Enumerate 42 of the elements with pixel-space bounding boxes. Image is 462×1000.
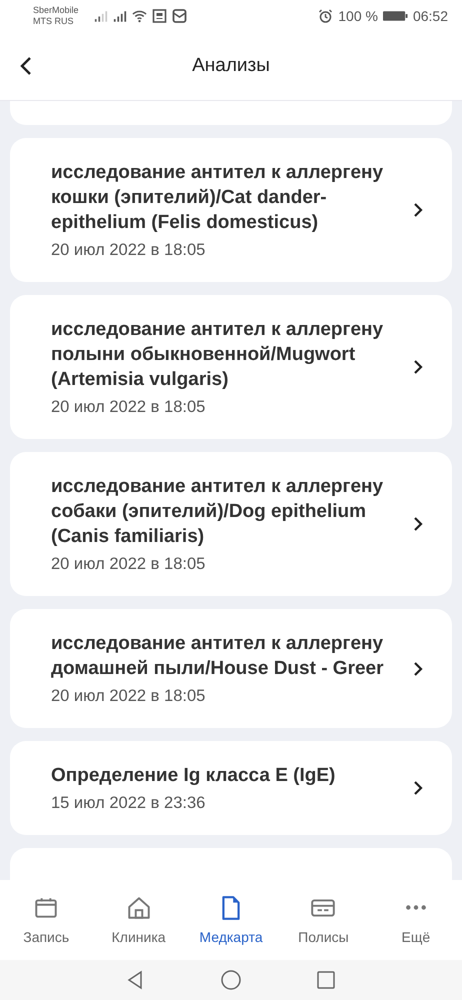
- chevron-icon: [413, 516, 423, 532]
- mail-icon: [172, 9, 187, 23]
- battery-icon: [382, 10, 408, 22]
- result-card[interactable]: исследование антител к аллергену домашней пыли/House Dust - Greer 20 июл 2022 в 18:05: [10, 609, 452, 728]
- signal-icon: [112, 10, 127, 22]
- tab-item[interactable]: Ещё: [370, 880, 462, 960]
- news-icon: [152, 9, 167, 23]
- result-date: 20 июл 2022 в 18:05: [51, 241, 206, 260]
- chevron-icon: [413, 359, 423, 375]
- signal-icon: [94, 10, 108, 22]
- result-card[interactable]: исследование антител к аллергену кошки (эпителий)/Cat dander-epithelium (Felis domesticus) 20 июл 2022 в 18:05: [10, 138, 452, 282]
- alarm-icon: [318, 9, 334, 23]
- clock-time: 06:52: [412, 8, 448, 24]
- tab-item[interactable]: Медкарта: [184, 880, 278, 960]
- home-icon[interactable]: [221, 970, 241, 990]
- tab-item[interactable]: Полисы: [277, 880, 370, 960]
- chevron-icon: [413, 660, 423, 676]
- recents-icon[interactable]: [316, 970, 336, 990]
- battery-percent: 100 %: [338, 8, 378, 24]
- result-date: 20 июл 2022 в 18:05: [51, 398, 206, 417]
- result-title: исследование антител к аллергену полыни обыкновенной/Mugwort (Artemisia vulgaris): [51, 318, 384, 392]
- result-date: 15 июл 2022 в 23:36: [51, 794, 206, 813]
- result-title: исследование антител к аллергену собаки (эпителий)/Dog epithelium (Canis familiaris): [51, 475, 384, 549]
- back-icon[interactable]: [20, 56, 32, 76]
- result-date: 20 июл 2022 в 18:05: [51, 687, 206, 706]
- result-title: исследование антител к аллергену домашней пыли/House Dust - Greer: [51, 632, 385, 681]
- more-icon: [404, 904, 427, 911]
- tab-item[interactable]: Клиника: [92, 880, 185, 960]
- result-date: 20 июл 2022 в 18:05: [51, 555, 206, 574]
- result-title: исследование антител к аллергену кошки (эпителий)/Cat dander-epithelium (Felis domesticus): [51, 161, 384, 235]
- chevron-icon: [413, 780, 423, 796]
- result-card[interactable]: исследование антител к аллергену полыни обыкновенной/Mugwort (Artemisia vulgaris) 20 июл 2022 в 18:05: [10, 295, 452, 439]
- house-icon: [126, 895, 152, 921]
- result-card[interactable]: Определение Ig класса E (IgE) 15 июл 2022 в 23:36: [10, 741, 452, 835]
- chevron-icon: [413, 202, 423, 218]
- result-card[interactable]: исследование антител к аллергену собаки (эпителий)/Dog epithelium (Canis familiaris) 20 июл 2022 в 18:05: [10, 452, 452, 596]
- carrier-name: SberMobile: [33, 5, 79, 16]
- tab-item[interactable]: Запись: [0, 880, 92, 960]
- screen-title: Анализы: [192, 55, 270, 77]
- carrier-name: MTS RUS: [33, 16, 74, 27]
- result-title: Определение Ig класса E (IgE): [51, 764, 336, 788]
- wifi-icon: [132, 9, 147, 23]
